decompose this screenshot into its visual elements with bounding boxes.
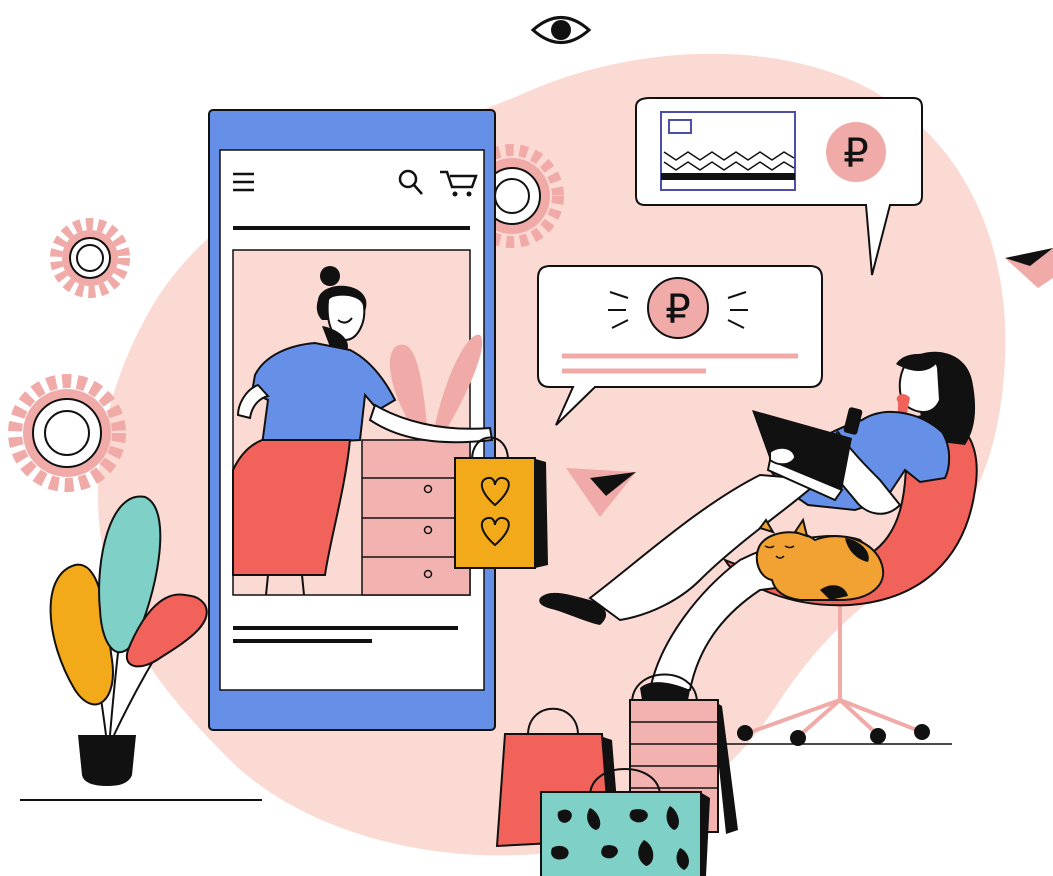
paper-plane-icon (1005, 248, 1053, 288)
online-shopping-illustration: ₽ ₽ (8, 16, 1053, 876)
gear-icon (50, 218, 130, 298)
ruble-icon: ₽ (826, 122, 886, 182)
credit-card-icon (660, 111, 796, 191)
ruble-symbol: ₽ (665, 287, 690, 333)
eye-icon (530, 16, 592, 44)
ruble-symbol: ₽ (843, 131, 868, 177)
gift-bag (454, 436, 548, 569)
ruble-icon: ₽ (647, 277, 709, 339)
